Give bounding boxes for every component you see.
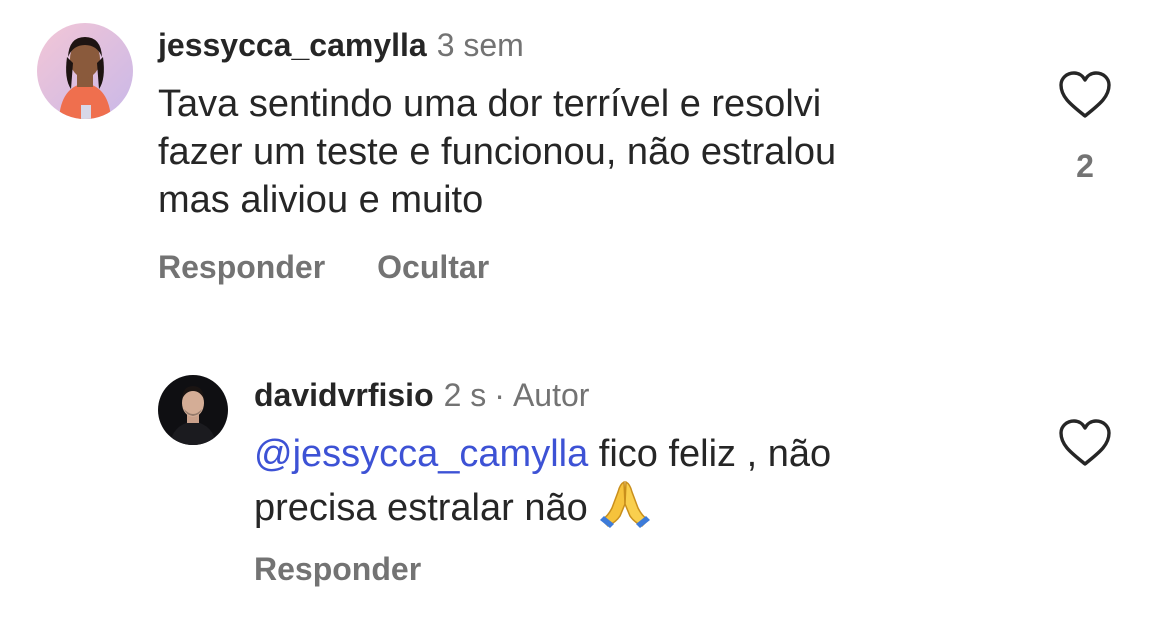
- author-badge: Autor: [512, 377, 590, 413]
- avatar[interactable]: [158, 375, 228, 445]
- timestamp: 3 sem: [436, 27, 524, 63]
- timestamp: 2 s: [443, 377, 487, 413]
- like-control: [1057, 418, 1113, 473]
- heart-outline-icon[interactable]: [1057, 418, 1113, 473]
- comment-header: jessycca_camylla 3 sem: [158, 26, 524, 64]
- reply-text-line: precisa estralar não: [254, 478, 831, 540]
- comment-text-line: fazer um teste e funcionou, não estralou: [158, 131, 837, 173]
- folded-hands-emoji-icon: [598, 478, 652, 540]
- reply-button[interactable]: Responder: [158, 249, 325, 285]
- reply-header: davidvrfisio 2 s · Autor: [254, 376, 589, 414]
- reply-actions: Responder: [254, 550, 421, 588]
- reply-button[interactable]: Responder: [254, 551, 421, 587]
- heart-outline-icon[interactable]: [1057, 70, 1113, 125]
- reply-text-fragment: precisa estralar não: [254, 487, 599, 529]
- comment-text-line: mas aliviou e muito: [158, 179, 484, 221]
- reply-text: @jessycca_camylla fico feliz , não preci…: [254, 430, 831, 540]
- comment-text: Tava sentindo uma dor terrível e resolvi…: [158, 80, 836, 224]
- like-control: 2: [1057, 70, 1113, 185]
- username[interactable]: davidvrfisio: [254, 377, 434, 413]
- mention-link[interactable]: @jessycca_camylla: [254, 433, 588, 475]
- reply-text-line: @jessycca_camylla fico feliz , não: [254, 430, 831, 478]
- comment-actions: Responder Ocultar: [158, 248, 489, 286]
- username[interactable]: jessycca_camylla: [158, 27, 427, 63]
- profile-photo: [158, 375, 228, 445]
- like-count: 2: [1076, 148, 1094, 184]
- separator: ·: [494, 377, 505, 413]
- profile-photo: [37, 23, 133, 119]
- hide-button[interactable]: Ocultar: [377, 249, 489, 285]
- comment-text-line: Tava sentindo uma dor terrível e resolvi: [158, 83, 822, 125]
- comment-item: jessycca_camylla 3 sem Tava sentindo uma …: [0, 0, 1170, 320]
- reply-text-fragment: fico feliz , não: [588, 433, 832, 475]
- reply-item: davidvrfisio 2 s · Autor @jessycca_camylla …: [0, 360, 1170, 620]
- avatar[interactable]: [37, 23, 133, 119]
